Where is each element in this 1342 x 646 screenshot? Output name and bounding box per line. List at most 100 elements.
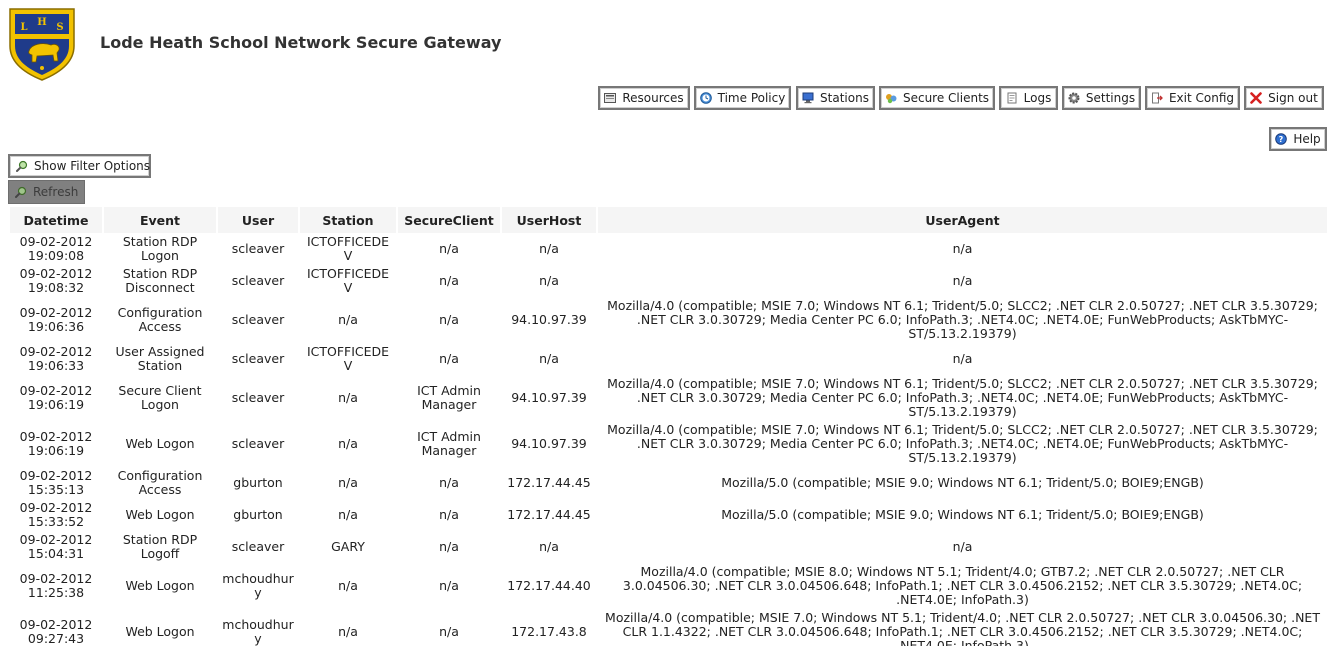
cell-secureclient: n/a [439,273,459,288]
clock-icon [699,92,712,104]
column-header-userhost[interactable]: UserHost [502,207,596,233]
table-row: 09-02-2012 19:08:32 Station RDP Disconne… [10,265,1327,297]
table-row: 09-02-2012 11:25:38 Web Logon mchoudhury… [10,563,1327,609]
svg-text:?: ? [1279,135,1284,144]
help-button[interactable]: ? Help [1269,127,1327,151]
cell-user: mchoudhury [222,571,294,600]
cell-event: Web Logon [125,436,195,451]
table-header-row: Datetime Event User Station SecureClient… [10,207,1327,233]
cell-event: Secure Client Logon [118,383,202,412]
cell-secureclient: n/a [439,241,459,256]
cell-datetime: 09-02-2012 19:06:33 [19,344,93,373]
cell-event: Station RDP Disconnect [122,266,198,295]
settings-button[interactable]: Settings [1062,86,1141,110]
cell-userhost: n/a [539,539,559,554]
column-header-event[interactable]: Event [104,207,216,233]
cell-secureclient: n/a [439,312,459,327]
cell-secureclient: n/a [439,539,459,554]
cell-secureclient: n/a [439,351,459,366]
column-header-user[interactable]: User [218,207,298,233]
table-row: 09-02-2012 15:04:31 Station RDP Logoff s… [10,531,1327,563]
cell-useragent: Mozilla/4.0 (compatible; MSIE 7.0; Windo… [607,376,1318,419]
cell-station: n/a [338,390,358,405]
cell-secureclient: n/a [439,507,459,522]
time-policy-button[interactable]: Time Policy [694,86,791,110]
logs-button[interactable]: Logs [999,86,1058,110]
resources-button[interactable]: Resources [598,86,690,110]
secure-clients-button[interactable]: Secure Clients [879,86,995,110]
column-header-secureclient[interactable]: SecureClient [398,207,500,233]
exit-config-button[interactable]: Exit Config [1145,86,1240,110]
magnifier-icon [16,160,28,172]
cell-useragent: Mozilla/4.0 (compatible; MSIE 7.0; Windo… [605,610,1320,646]
cell-useragent: Mozilla/4.0 (compatible; MSIE 7.0; Windo… [607,422,1318,465]
refresh-label: Refresh [33,185,79,199]
cell-datetime: 09-02-2012 15:35:13 [19,468,93,497]
cell-useragent: Mozilla/5.0 (compatible; MSIE 9.0; Windo… [721,475,1204,490]
cell-userhost: 172.17.44.45 [507,507,591,522]
cell-secureclient: n/a [439,578,459,593]
show-filter-options-label: Show Filter Options [34,159,151,173]
table-row: 09-02-2012 19:06:19 Web Logon scleaver n… [10,421,1327,467]
cell-user: gburton [233,475,283,490]
cell-event: Station RDP Logoff [122,532,198,561]
table-row: 09-02-2012 15:33:52 Web Logon gburton n/… [10,499,1327,531]
cell-userhost: n/a [539,273,559,288]
table-row: 09-02-2012 19:06:19 Secure Client Logon … [10,375,1327,421]
cell-useragent: Mozilla/4.0 (compatible; MSIE 8.0; Windo… [622,564,1303,607]
cell-event: User Assigned Station [115,344,205,373]
cell-userhost: n/a [539,351,559,366]
cell-event: Configuration Access [117,468,203,497]
gear-icon [1068,92,1080,104]
crest-letter-s: S [56,22,63,33]
cell-user: scleaver [231,436,285,451]
cell-event: Web Logon [125,578,195,593]
cell-station: ICTOFFICEDEV [306,344,390,373]
refresh-button[interactable]: Refresh [8,180,85,204]
cell-datetime: 09-02-2012 15:04:31 [19,532,93,561]
cell-userhost: 94.10.97.39 [511,436,587,451]
cell-datetime: 09-02-2012 15:33:52 [19,500,93,529]
cell-datetime: 09-02-2012 09:27:43 [19,617,93,646]
gateway-page: L H S Lode Heath School Network Secure G… [0,0,1342,646]
cell-user: scleaver [231,539,285,554]
time-policy-label: Time Policy [717,91,786,105]
stations-button[interactable]: Stations [796,86,875,110]
event-log-table: Datetime Event User Station SecureClient… [8,207,1329,646]
sign-out-button[interactable]: Sign out [1244,86,1324,110]
cell-user: scleaver [231,273,285,288]
column-header-datetime[interactable]: Datetime [10,207,102,233]
help-icon: ? [1275,133,1288,145]
secure-clients-label: Secure Clients [902,91,990,105]
cell-user: scleaver [231,312,285,327]
cell-user: mchoudhury [222,617,294,646]
settings-label: Settings [1085,91,1136,105]
table-row: 09-02-2012 09:27:43 Web Logon mchoudhury… [10,609,1327,646]
cell-event: Web Logon [125,507,195,522]
school-crest-logo: L H S [9,8,75,81]
column-header-station[interactable]: Station [300,207,396,233]
cell-user: scleaver [231,390,285,405]
cell-station: n/a [338,507,358,522]
cell-userhost: 172.17.44.45 [507,475,591,490]
cell-station: n/a [338,475,358,490]
cell-user: gburton [233,507,283,522]
log-icon [1007,92,1017,104]
show-filter-options-button[interactable]: Show Filter Options [8,154,151,178]
cell-userhost: 172.17.44.40 [507,578,591,593]
help-label: Help [1293,132,1321,146]
cell-station: n/a [338,436,358,451]
cell-station: ICTOFFICEDEV [306,266,390,295]
column-header-useragent[interactable]: UserAgent [598,207,1327,233]
cell-userhost: 94.10.97.39 [511,312,587,327]
cell-datetime: 09-02-2012 19:06:36 [19,305,93,334]
cell-userhost: 94.10.97.39 [511,390,587,405]
table-row: 09-02-2012 19:06:36 Configuration Access… [10,297,1327,343]
cell-userhost: n/a [539,241,559,256]
cell-useragent: n/a [952,273,973,288]
exit-icon [1151,92,1163,104]
sign-out-x-icon [1250,92,1262,104]
cell-event: Web Logon [125,624,195,639]
table-row: 09-02-2012 19:09:08 Station RDP Logon sc… [10,233,1327,265]
monitor-icon [802,92,814,104]
